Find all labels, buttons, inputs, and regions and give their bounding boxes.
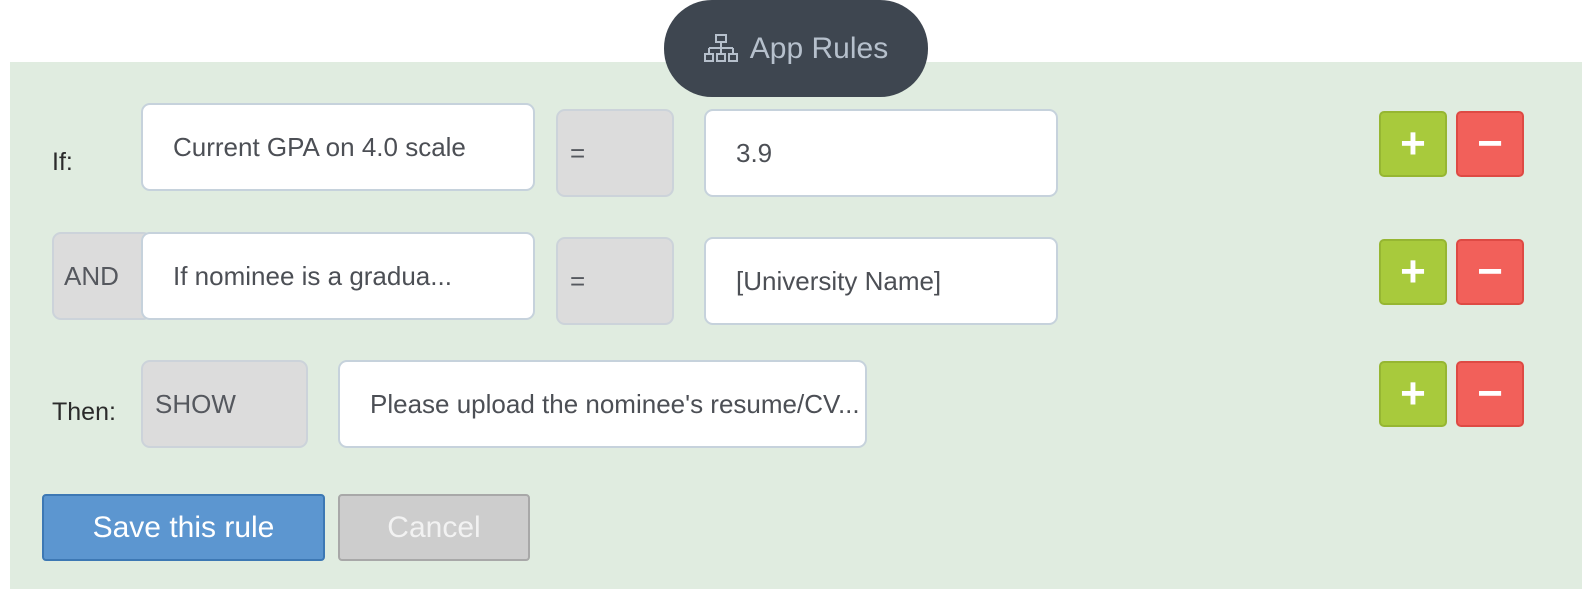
if-label: If: bbox=[52, 148, 73, 176]
app-rules-tab[interactable]: App Rules bbox=[664, 0, 928, 97]
condition1-add-button[interactable]: + bbox=[1379, 111, 1447, 177]
action-target-select[interactable]: Please upload the nominee's resume/CV... bbox=[338, 360, 867, 448]
action-add-button[interactable]: + bbox=[1379, 361, 1447, 427]
app-rules-tab-label: App Rules bbox=[749, 31, 889, 65]
plus-icon: + bbox=[1400, 247, 1426, 296]
minus-icon: − bbox=[1477, 119, 1503, 168]
plus-icon: + bbox=[1400, 119, 1426, 168]
action-remove-button[interactable]: − bbox=[1456, 361, 1524, 427]
condition1-operator-select[interactable]: = bbox=[556, 109, 674, 197]
condition2-add-button[interactable]: + bbox=[1379, 239, 1447, 305]
condition1-value-input[interactable]: 3.9 bbox=[704, 109, 1058, 197]
condition2-operator-select[interactable]: = bbox=[556, 237, 674, 325]
condition1-field-select[interactable]: Current GPA on 4.0 scale bbox=[141, 103, 535, 191]
save-rule-button[interactable]: Save this rule bbox=[42, 494, 325, 561]
action-verb-select[interactable]: SHOW bbox=[141, 360, 308, 448]
app-rules-editor: App Rules If: Current GPA on 4.0 scale =… bbox=[0, 0, 1587, 601]
sitemap-icon bbox=[703, 33, 738, 62]
condition2-field-select[interactable]: If nominee is a gradua... bbox=[141, 232, 535, 320]
condition2-remove-button[interactable]: − bbox=[1456, 239, 1524, 305]
then-label: Then: bbox=[52, 398, 116, 426]
condition2-connector-select[interactable]: AND bbox=[52, 232, 152, 320]
plus-icon: + bbox=[1400, 369, 1426, 418]
minus-icon: − bbox=[1477, 369, 1503, 418]
condition2-value-input[interactable]: [University Name] bbox=[704, 237, 1058, 325]
cancel-button[interactable]: Cancel bbox=[338, 494, 530, 561]
condition1-remove-button[interactable]: − bbox=[1456, 111, 1524, 177]
minus-icon: − bbox=[1477, 247, 1503, 296]
